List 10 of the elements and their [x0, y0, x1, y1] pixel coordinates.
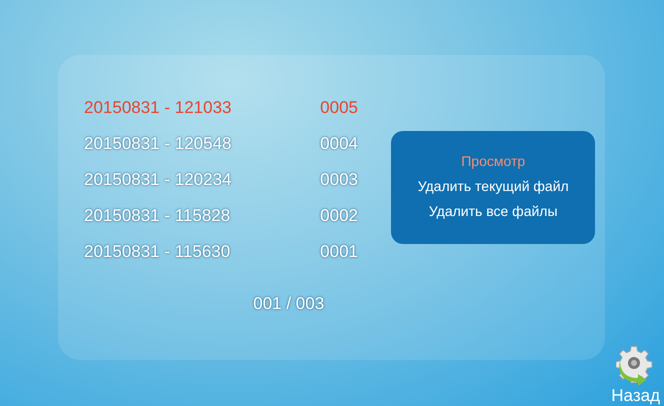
menu-item[interactable]: Удалить все файлы [428, 202, 558, 220]
file-entry[interactable]: 20150831 - 120234 0003 [84, 167, 358, 193]
file-entry[interactable]: 20150831 - 121033 0005 [84, 95, 358, 121]
file-entry[interactable]: 20150831 - 120548 0004 [84, 131, 358, 157]
back-button[interactable]: Назад [611, 346, 660, 406]
file-entry[interactable]: 20150831 - 115828 0002 [84, 203, 358, 229]
file-entry[interactable]: 20150831 - 115630 0001 [84, 239, 358, 265]
page-counter: 001 / 003 [253, 293, 324, 315]
menu-item[interactable]: Удалить текущий файл [418, 176, 569, 194]
menu-item[interactable]: Просмотр [461, 152, 526, 170]
